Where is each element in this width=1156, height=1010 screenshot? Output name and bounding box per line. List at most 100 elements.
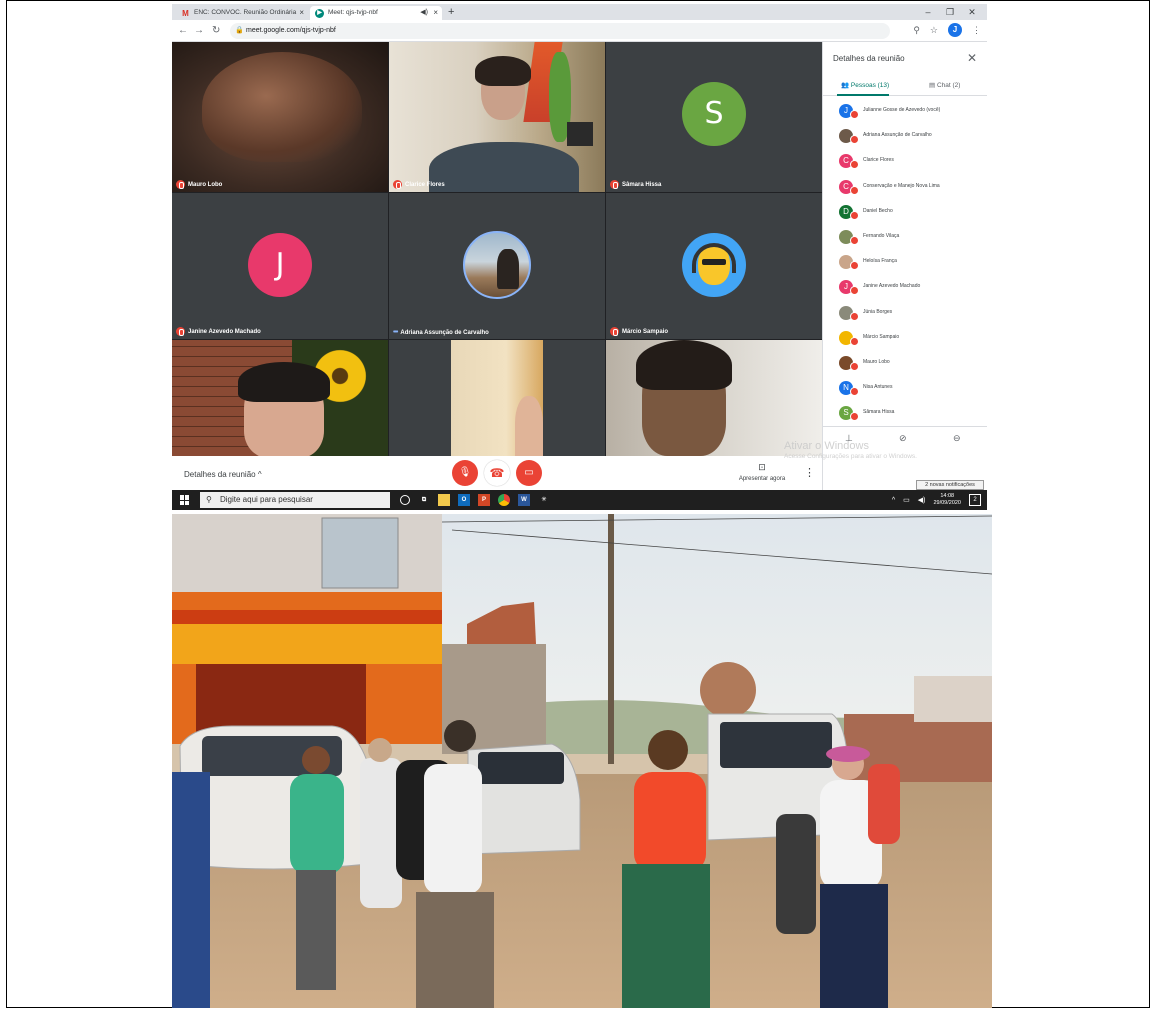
avatar[interactable]: J [948,23,962,37]
gmail-icon: M [182,9,189,18]
building-base [172,610,442,624]
more-options-icon[interactable]: ⋮ [804,466,815,479]
chrome-icon[interactable] [498,494,510,506]
participant-label: Mauro Lobo [176,180,222,189]
video-tile[interactable]: Clarice Flores [389,42,605,192]
participant-row[interactable]: Márcio Sampaio [823,327,987,352]
participant-name: Daniel Becho [863,207,893,214]
taskbar-clock[interactable]: 14:08 29/09/2020 [933,493,961,507]
participant-row[interactable]: C Conservação e Manejo Nova Lima [823,176,987,201]
tree [700,662,756,718]
participant-row[interactable]: Adriana Assunção de Carvalho [823,125,987,150]
window-controls: – ❐ ✕ [917,4,983,20]
video-tile[interactable] [172,340,388,456]
meet-screenshot: M ENC: CONVOC. Reunião Ordinária × ▶ Mee… [172,4,987,510]
participant-row[interactable]: Mauro Lobo [823,352,987,377]
video-tile[interactable]: S Sâmara Hissa [606,42,822,192]
person [868,764,900,844]
video-tile[interactable] [389,340,605,456]
task-view-icon[interactable]: ⧉ [418,494,430,506]
participant-row[interactable]: Heloísa França [823,251,987,276]
powerpoint-icon[interactable]: P [478,494,490,506]
new-tab-button[interactable]: + [448,4,454,20]
mic-off-icon [176,180,185,189]
present-now-button[interactable]: ⊡ Apresentar agora [732,462,792,482]
mic-off-icon [850,336,859,346]
forward-icon[interactable]: → [194,24,204,38]
close-icon[interactable]: × [433,6,438,20]
participant-list: J Julianne Gosse de Azevedo (você) Adriana… [823,100,987,427]
more-icon[interactable]: ⊖ [953,433,961,444]
app-icon[interactable]: ☀ [538,494,550,506]
participant-video [238,362,330,402]
participant-video [702,259,726,265]
tab-people-label: Pessoas (13) [850,82,890,89]
notification-toast[interactable]: 2 novas notificações [916,480,984,490]
person-head [444,720,476,752]
taskbar-apps: ⧉ O P W ☀ [400,494,550,506]
person [290,774,344,874]
mic-toggle-button[interactable]: 🎙 [452,460,478,486]
field-visit-photo [172,514,992,1008]
video-tile[interactable]: Mauro Lobo [172,42,388,192]
participant-row[interactable]: D Daniel Becho [823,201,987,226]
person-head [368,738,392,762]
tab-gmail[interactable]: M ENC: CONVOC. Reunião Ordinária × [176,6,308,20]
hang-up-button[interactable]: ☎ [484,460,510,486]
minimize-icon[interactable]: – [917,4,939,20]
kebab-menu-icon[interactable]: ⋮ [972,25,981,36]
mic-off-icon [850,210,859,220]
right-building [914,676,992,722]
outlook-icon[interactable]: O [458,494,470,506]
speaking-icon: ••• [393,329,398,336]
network-icon[interactable]: ▭ [903,496,910,504]
cortana-icon[interactable] [400,495,410,505]
participant-row[interactable]: C Clarice Flores [823,150,987,175]
star-icon[interactable]: ☆ [930,25,938,36]
back-icon[interactable]: ← [178,24,188,38]
taskbar-search-input[interactable]: ⚲ Digite aqui para pesquisar [200,492,390,508]
action-center-icon[interactable]: 2 [969,494,981,506]
participant-row[interactable]: J Janine Azevedo Machado [823,276,987,301]
speaker-icon[interactable]: ◀) [420,6,428,20]
person [424,764,482,894]
meeting-details-button[interactable]: Detalhes da reunião ^ [184,470,262,479]
present-icon: ⊡ [758,462,766,472]
camera-toggle-button[interactable]: ▭ [516,460,542,486]
word-icon[interactable]: W [518,494,530,506]
participant-name: Conservação e Manejo Nova Lima [863,182,940,189]
mic-off-icon [850,160,859,170]
close-icon[interactable]: ✕ [967,51,977,65]
mic-off-icon [850,286,859,296]
reload-icon[interactable]: ↻ [212,24,220,38]
zoom-icon[interactable]: ⚲ [913,25,920,36]
chevron-up-icon[interactable]: ^ [892,497,895,504]
video-tile[interactable]: J Janine Azevedo Machado [172,193,388,339]
avatar [682,233,746,297]
search-icon: ⚲ [206,495,212,504]
tab-chat[interactable]: ▤ Chat (2) [929,81,960,89]
participant-video [429,142,579,192]
video-tile[interactable]: Márcio Sampaio [606,193,822,339]
participant-video [497,249,519,289]
participant-row[interactable]: N Nisa Antunes [823,377,987,402]
participant-row[interactable]: Júnia Borges [823,302,987,327]
person [776,814,816,934]
utility-pole [608,514,614,764]
close-icon[interactable]: × [299,6,304,20]
video-tile[interactable] [606,340,822,456]
windows-start-icon[interactable] [180,495,190,505]
participant-row[interactable]: S Sâmara Hissa [823,402,987,427]
participant-row[interactable]: Fernando Vilaça [823,226,987,251]
participant-video [692,243,736,273]
watermark-title: Ativar o Windows [784,440,869,452]
tab-people[interactable]: 👥 Pessoas (13) [841,81,889,89]
close-window-icon[interactable]: ✕ [961,4,983,20]
video-tile[interactable]: ••• Adriana Assunção de Carvalho [389,193,605,339]
tab-meet[interactable]: ▶ Meet: qjs-tvjp-nbf ◀) × [310,6,442,20]
file-explorer-icon[interactable] [438,494,450,506]
participant-row[interactable]: J Julianne Gosse de Azevedo (você) [823,100,987,125]
url-input[interactable]: 🔒 meet.google.com/qjs-tvjp-nbf [230,23,890,39]
volume-icon[interactable]: ◀) [918,496,926,504]
restore-icon[interactable]: ❐ [939,4,961,20]
